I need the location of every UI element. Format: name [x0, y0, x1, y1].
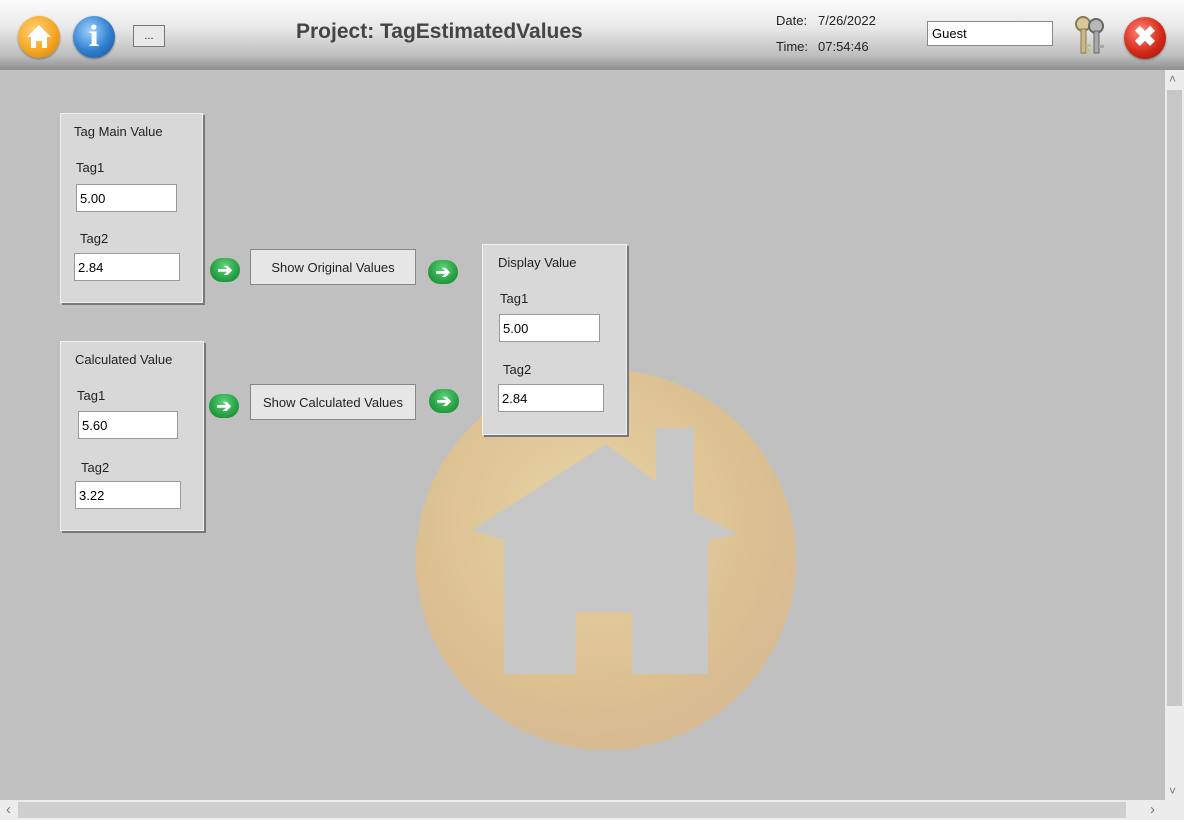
tag2-label: Tag2: [503, 362, 532, 377]
login-button[interactable]: [1070, 14, 1112, 58]
arrow-right-icon: ➔: [429, 389, 459, 413]
main-tag2-field[interactable]: [74, 253, 180, 281]
close-icon: ✖: [1133, 21, 1157, 52]
calc-tag2-field[interactable]: [75, 481, 181, 509]
display-tag1-field[interactable]: [499, 314, 600, 342]
show-calculated-values-button[interactable]: Show Calculated Values: [250, 384, 416, 420]
main-tag1-field[interactable]: [76, 184, 177, 212]
panel-title: Calculated Value: [75, 352, 173, 367]
page-title: Project: TagEstimatedValues: [296, 20, 583, 43]
scroll-left-icon[interactable]: ‹: [6, 801, 11, 818]
date-value: 7/26/2022: [818, 13, 876, 28]
info-icon: i: [88, 20, 100, 53]
home-button[interactable]: [18, 16, 60, 58]
tag2-label: Tag2: [81, 460, 110, 475]
panel-title: Display Value: [498, 255, 577, 270]
arrow-right-icon: ➔: [210, 258, 240, 282]
info-button[interactable]: i: [73, 16, 115, 58]
display-value-panel: Display Value Tag1 Tag2: [482, 244, 627, 435]
close-button[interactable]: ✖: [1124, 17, 1166, 59]
display-tag2-field[interactable]: [498, 384, 604, 412]
show-original-values-button[interactable]: Show Original Values: [250, 249, 416, 285]
vertical-scroll-thumb[interactable]: [1167, 90, 1182, 706]
tag1-label: Tag1: [77, 388, 106, 403]
arrow-right-icon: ➔: [428, 260, 458, 284]
home-icon: [27, 25, 51, 48]
arrow-right-icon: ➔: [209, 394, 239, 418]
scroll-down-icon[interactable]: ˅: [1169, 784, 1176, 798]
time-label: Time:: [776, 39, 809, 54]
keys-icon: [1075, 16, 1104, 54]
tag2-label: Tag2: [80, 231, 109, 246]
username-field[interactable]: [927, 21, 1053, 46]
calc-tag1-field[interactable]: [78, 411, 178, 439]
date-label: Date:: [776, 13, 808, 28]
tag1-label: Tag1: [76, 160, 105, 175]
scroll-up-icon[interactable]: ˄: [1169, 72, 1176, 86]
more-button[interactable]: ...: [133, 25, 165, 47]
tag-main-value-panel: Tag Main Value Tag1 Tag2: [60, 113, 203, 303]
tag1-label: Tag1: [500, 291, 529, 306]
horizontal-scroll-thumb[interactable]: [18, 802, 1126, 818]
panel-title: Tag Main Value: [74, 124, 163, 139]
calculated-value-panel: Calculated Value Tag1 Tag2: [60, 341, 204, 531]
scroll-right-icon[interactable]: ›: [1150, 801, 1155, 818]
top-toolbar: i ... Project: TagEstimatedValues Date: …: [0, 0, 1184, 70]
time-value: 07:54:46: [818, 39, 869, 54]
